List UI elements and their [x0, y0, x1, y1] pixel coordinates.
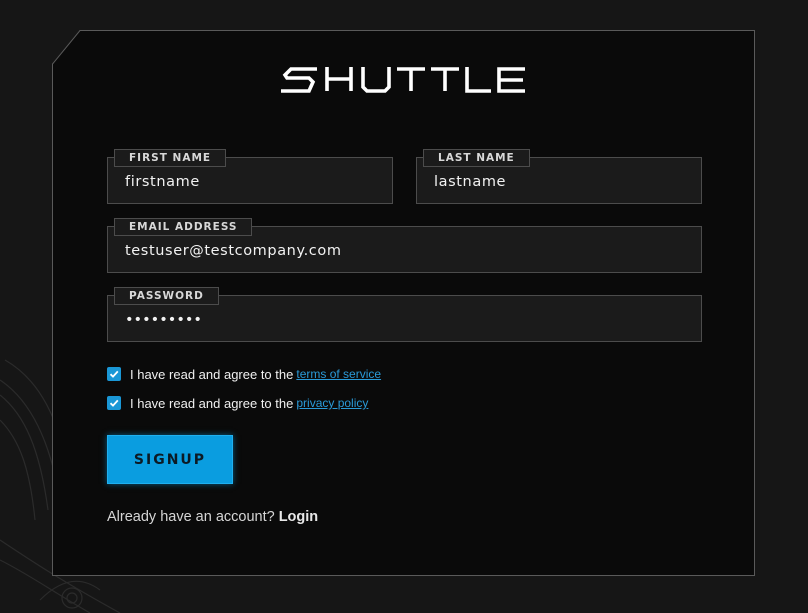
checkmark-icon [109, 399, 119, 407]
privacy-agreement-row: I have read and agree to the privacy pol… [107, 394, 368, 412]
signup-button[interactable]: SIGNUP [107, 435, 233, 484]
checkmark-icon [109, 370, 119, 378]
password-field: PASSWORD [107, 287, 702, 342]
password-input[interactable] [125, 310, 684, 330]
login-prompt: Already have an account? Login [107, 509, 318, 525]
email-field: EMAIL ADDRESS [107, 218, 702, 273]
terms-of-service-link[interactable]: terms of service [296, 367, 381, 381]
terms-checkbox[interactable] [107, 367, 121, 381]
first-name-input[interactable] [125, 172, 375, 192]
privacy-prefix-text: I have read and agree to the [130, 395, 294, 411]
shuttle-logo [53, 63, 754, 97]
signup-card: FIRST NAME LAST NAME EMAIL ADDRESS PASSW… [52, 30, 755, 576]
first-name-label: FIRST NAME [114, 149, 227, 167]
email-label: EMAIL ADDRESS [114, 218, 253, 236]
login-link[interactable]: Login [279, 509, 318, 525]
logo-wordmark [280, 67, 525, 93]
privacy-policy-link[interactable]: privacy policy [296, 396, 368, 410]
first-name-field: FIRST NAME [107, 149, 393, 204]
login-prompt-text: Already have an account? [107, 509, 275, 525]
privacy-checkbox[interactable] [107, 396, 121, 410]
last-name-input[interactable] [434, 172, 684, 192]
last-name-field: LAST NAME [416, 149, 702, 204]
last-name-label: LAST NAME [423, 149, 530, 167]
email-input[interactable] [125, 241, 684, 261]
terms-agreement-row: I have read and agree to the terms of se… [107, 365, 381, 383]
terms-prefix-text: I have read and agree to the [130, 366, 294, 382]
password-label: PASSWORD [114, 287, 219, 305]
